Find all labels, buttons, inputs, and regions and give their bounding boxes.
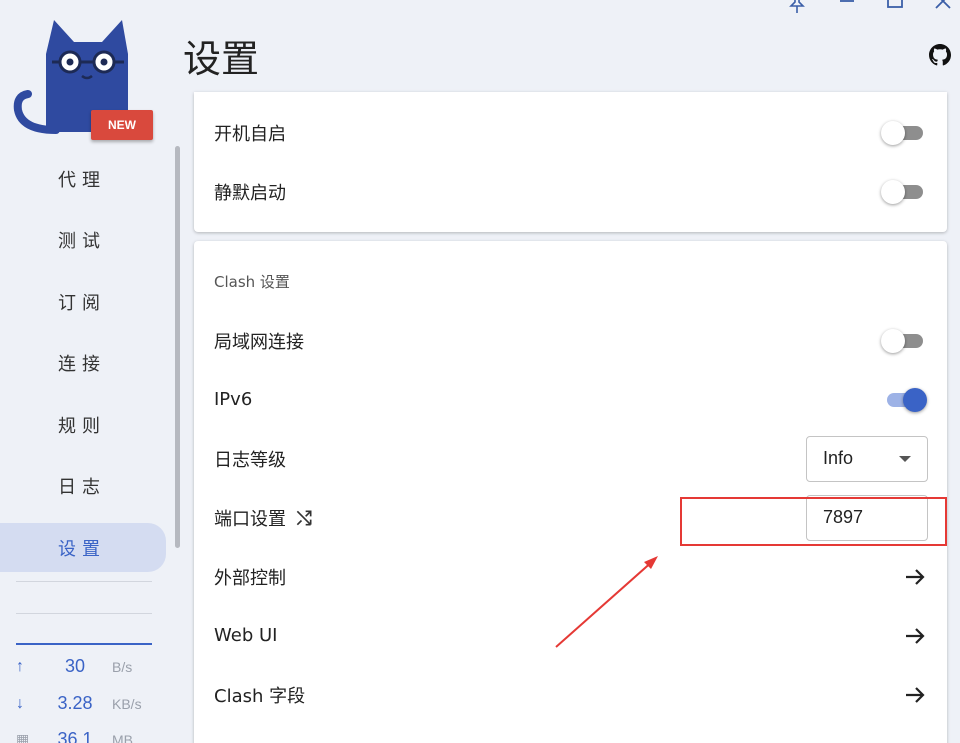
memory-unit: MB [112, 731, 133, 743]
general-settings-card: 开机自启 静默启动 [194, 92, 947, 232]
minimize-icon[interactable] [838, 0, 856, 19]
upload-speed: ↑ 30 B/s [16, 656, 156, 677]
log-level-value: Info [823, 448, 854, 468]
page-title: 设置 [183, 37, 260, 81]
close-icon[interactable] [934, 0, 952, 19]
lan-toggle[interactable] [881, 328, 927, 354]
download-speed: ↓ 3.28 KB/s [16, 693, 156, 714]
ipv6-toggle[interactable] [881, 387, 927, 413]
sidebar-item-rules[interactable]: 规则 [0, 400, 166, 449]
caret-down-icon [899, 455, 911, 462]
arrow-right-icon[interactable] [903, 683, 927, 707]
setting-row-silent-start: 静默启动 [214, 162, 927, 221]
sidebar-item-label: 代理 [58, 169, 106, 191]
section-title: Clash 设置 [214, 273, 290, 291]
github-icon[interactable] [929, 44, 951, 66]
shuffle-icon[interactable] [294, 508, 314, 528]
setting-row-auto-launch: 开机自启 [214, 103, 927, 162]
maximize-icon[interactable] [886, 0, 904, 19]
sidebar-item-connections[interactable]: 连接 [0, 339, 166, 388]
setting-row-ipv6: IPv6 [214, 370, 927, 429]
lan-label: 局域网连接 [214, 331, 304, 353]
port-label-text: 端口设置 [214, 508, 286, 530]
web-ui-label: Web UI [214, 625, 278, 646]
setting-row-lan: 局域网连接 [214, 311, 927, 370]
sidebar-item-subscription[interactable]: 订阅 [0, 277, 166, 326]
traffic-graph-baseline [16, 643, 152, 645]
annotation-arrow-icon [555, 556, 658, 648]
new-badge: NEW [91, 110, 153, 140]
setting-row-log-level: 日志等级 Info [214, 429, 928, 488]
auto-launch-label: 开机自启 [214, 123, 286, 145]
upload-unit: B/s [112, 658, 133, 675]
download-value: 3.28 [57, 693, 93, 713]
clash-settings-card: Clash 设置 局域网连接 IPv6 日志等级 Info 端口设置 7897 … [194, 241, 947, 743]
sidebar-scrollbar[interactable] [175, 146, 180, 548]
external-control-label: 外部控制 [214, 567, 286, 589]
sidebar-item-label: 订阅 [58, 292, 106, 314]
divider [16, 613, 152, 614]
port-label: 端口设置 [214, 505, 314, 531]
sidebar-item-label: 日志 [58, 477, 106, 498]
log-level-label: 日志等级 [214, 449, 286, 471]
sidebar-item-test[interactable]: 测试 [0, 216, 166, 265]
sidebar-item-label: 连接 [58, 354, 106, 375]
pin-icon[interactable] [788, 0, 806, 19]
arrow-right-icon[interactable] [903, 565, 927, 589]
silent-start-toggle[interactable] [881, 179, 927, 205]
ipv6-label: IPv6 [214, 389, 253, 410]
upload-value: 30 [64, 656, 86, 676]
sidebar-item-proxy[interactable]: 代理 [0, 154, 166, 203]
arrow-up-icon: ↑ [16, 657, 24, 675]
memory-value: 36.1 [57, 729, 93, 743]
memory-usage: ▦ 36.1 MB [16, 729, 156, 743]
download-unit: KB/s [112, 695, 142, 712]
divider [16, 581, 152, 582]
annotation-highlight-box [680, 497, 947, 546]
sidebar-item-label: 规则 [58, 415, 106, 437]
setting-row-clash-field[interactable]: Clash 字段 [214, 665, 927, 724]
sidebar: NEW 代理 测试 订阅 连接 规则 日志 设置 ↑ 30 B/s ↓ 3.28… [0, 0, 182, 743]
sidebar-item-label: 设置 [58, 538, 106, 560]
sidebar-item-label: 测试 [58, 231, 106, 252]
memory-icon: ▦ [16, 731, 30, 743]
sidebar-item-settings[interactable]: 设置 [0, 523, 166, 572]
arrow-down-icon: ↓ [16, 694, 24, 712]
sidebar-item-logs[interactable]: 日志 [0, 462, 166, 511]
log-level-select[interactable]: Info [806, 435, 928, 482]
sidebar-nav: 代理 测试 订阅 连接 规则 日志 设置 [0, 154, 166, 585]
clash-field-label: Clash 字段 [214, 685, 306, 707]
arrow-right-icon[interactable] [903, 624, 927, 648]
silent-start-label: 静默启动 [214, 182, 286, 204]
auto-launch-toggle[interactable] [881, 120, 927, 146]
